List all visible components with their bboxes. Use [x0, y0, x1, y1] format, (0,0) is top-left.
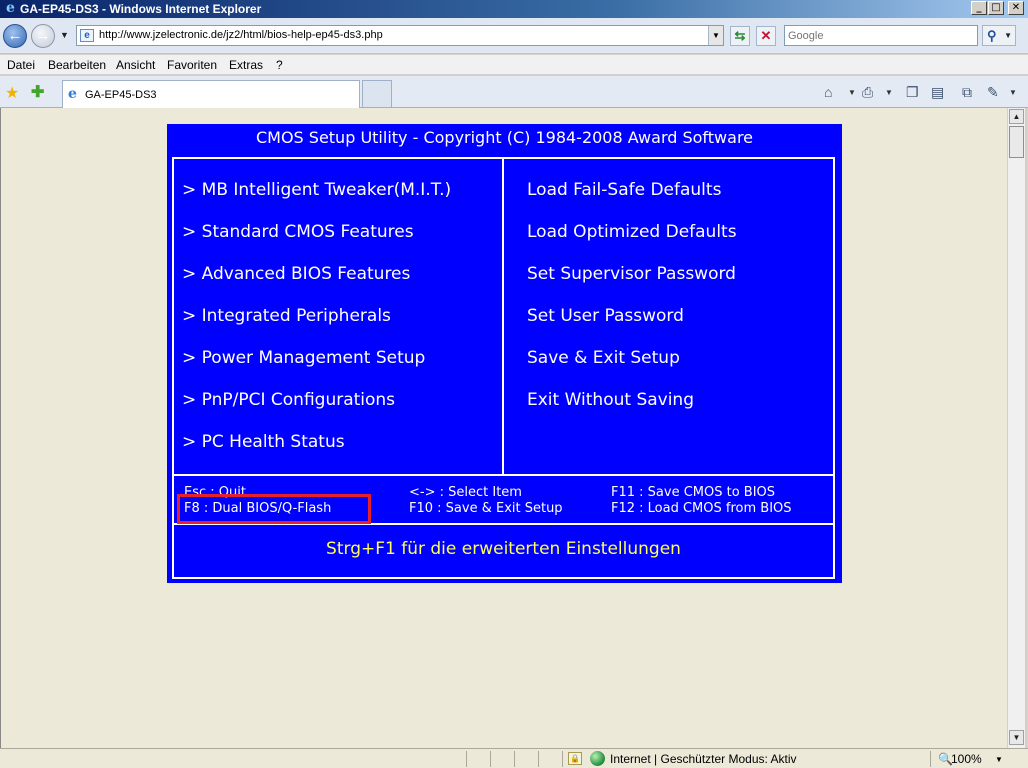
back-button[interactable]: ←	[3, 24, 27, 48]
vertical-scrollbar[interactable]: ▲ ▼	[1007, 108, 1025, 748]
search-button[interactable]: ⚲ ▼	[982, 25, 1016, 46]
search-box[interactable]	[784, 25, 978, 46]
bios-item-exit-without-saving[interactable]: Exit Without Saving	[527, 390, 827, 432]
bios-title: CMOS Setup Utility - Copyright (C) 1984-…	[255, 128, 754, 147]
search-options-dropdown[interactable]: ▼	[1004, 26, 1012, 45]
security-zone[interactable]: Internet | Geschützter Modus: Aktiv	[610, 752, 797, 766]
key-f12: F12 : Load CMOS from BIOS	[611, 501, 792, 516]
recent-pages-dropdown[interactable]: ▼	[60, 30, 69, 40]
tab-ga-ep45-ds3[interactable]: e GA-EP45-DS3	[62, 80, 360, 108]
back-arrow-icon: ←	[7, 27, 23, 44]
zoom-dropdown[interactable]: ▼	[995, 755, 1003, 764]
stop-icon: ✕	[760, 28, 772, 43]
window-title: GA-EP45-DS3 - Windows Internet Explorer	[20, 2, 262, 16]
bios-item-mit[interactable]: > MB Intelligent Tweaker(M.I.T.)	[182, 180, 500, 222]
bios-menu-right: Load Fail-Safe Defaults Load Optimized D…	[527, 180, 827, 432]
refresh-icon: ⇆	[734, 28, 746, 43]
key-select: <-> : Select Item	[409, 485, 522, 500]
bios-item-integrated-peripherals[interactable]: > Integrated Peripherals	[182, 306, 500, 348]
bios-item-supervisor-password[interactable]: Set Supervisor Password	[527, 264, 827, 306]
navigation-bar: ← → ▼ e http://www.jzelectronic.de/jz2/h…	[0, 18, 1028, 54]
address-url[interactable]: http://www.jzelectronic.de/jz2/html/bios…	[99, 29, 383, 41]
bios-item-standard-cmos[interactable]: > Standard CMOS Features	[182, 222, 500, 264]
status-bar: 🔒 Internet | Geschützter Modus: Aktiv 🔍 …	[0, 748, 1028, 768]
copy-icon[interactable]: ❐	[906, 84, 919, 101]
new-tab-button[interactable]	[362, 80, 392, 107]
zoom-level[interactable]: 100%	[951, 752, 982, 766]
status-divider	[538, 751, 539, 767]
menu-extras[interactable]: Extras	[229, 58, 263, 72]
bios-item-advanced-bios[interactable]: > Advanced BIOS Features	[182, 264, 500, 306]
bios-item-fail-safe[interactable]: Load Fail-Safe Defaults	[527, 180, 827, 222]
print-dropdown[interactable]: ▼	[885, 88, 893, 97]
home-dropdown[interactable]: ▼	[848, 88, 856, 97]
address-dropdown-button[interactable]: ▼	[708, 26, 723, 45]
bios-item-pc-health[interactable]: > PC Health Status	[182, 432, 500, 474]
ie-icon: e	[6, 0, 15, 16]
menu-bar: Datei Bearbeiten Ansicht Favoriten Extra…	[0, 55, 1028, 75]
scroll-thumb[interactable]	[1009, 126, 1024, 158]
refresh-button[interactable]: ⇆	[730, 26, 750, 46]
close-button[interactable]: ✕	[1008, 1, 1024, 15]
forward-button[interactable]: →	[31, 24, 55, 48]
bios-item-save-exit[interactable]: Save & Exit Setup	[527, 348, 827, 390]
status-divider	[466, 751, 467, 767]
print-icon[interactable]: ⎙	[862, 84, 873, 101]
status-divider	[514, 751, 515, 767]
key-f11: F11 : Save CMOS to BIOS	[611, 485, 776, 500]
bios-frame: > MB Intelligent Tweaker(M.I.T.) > Stand…	[172, 157, 835, 579]
key-f10: F10 : Save & Exit Setup	[409, 501, 563, 516]
menu-ansicht[interactable]: Ansicht	[116, 58, 155, 72]
tab-bar: ★ ✚ e GA-EP45-DS3 ⌂ ▼ ⎙ ▼ ❐ ▤ ⧉ ✎ ▼	[0, 76, 1028, 108]
menu-help[interactable]: ?	[276, 58, 283, 72]
tools-dropdown[interactable]: ▼	[1009, 88, 1017, 97]
page-icon[interactable]: ⧉	[962, 84, 972, 101]
maximize-button[interactable]: □	[988, 1, 1004, 15]
clipboard-icon[interactable]: ▤	[931, 84, 944, 101]
status-divider	[490, 751, 491, 767]
bios-item-optimized[interactable]: Load Optimized Defaults	[527, 222, 827, 264]
bios-screenshot: CMOS Setup Utility - Copyright (C) 1984-…	[167, 124, 842, 583]
highlight-box	[177, 494, 371, 524]
forward-arrow-icon: →	[35, 27, 51, 44]
lock-icon[interactable]: 🔒	[568, 752, 582, 765]
scroll-down-arrow[interactable]: ▼	[1009, 730, 1024, 745]
minimize-button[interactable]: _	[971, 1, 987, 15]
bios-item-power-management[interactable]: > Power Management Setup	[182, 348, 500, 390]
tools-icon[interactable]: ✎	[987, 84, 999, 101]
status-divider	[930, 751, 931, 767]
search-icon: ⚲	[987, 28, 997, 43]
bios-divider-menu	[174, 474, 833, 476]
bios-divider-vertical	[502, 159, 504, 476]
home-icon[interactable]: ⌂	[824, 84, 832, 100]
add-favorite-icon[interactable]: ✚	[31, 82, 44, 102]
page-icon: e	[80, 29, 94, 42]
ie-page-icon: e	[68, 86, 77, 102]
bios-item-pnp-pci[interactable]: > PnP/PCI Configurations	[182, 390, 500, 432]
menu-datei[interactable]: Datei	[7, 58, 35, 72]
status-divider	[562, 751, 563, 767]
address-bar[interactable]: e http://www.jzelectronic.de/jz2/html/bi…	[76, 25, 724, 46]
search-input[interactable]	[788, 27, 968, 44]
favorites-star-icon[interactable]: ★	[5, 83, 19, 103]
scroll-up-arrow[interactable]: ▲	[1009, 109, 1024, 124]
menu-favoriten[interactable]: Favoriten	[167, 58, 217, 72]
bios-hint: Strg+F1 für die erweiterten Einstellunge…	[326, 539, 681, 559]
stop-button[interactable]: ✕	[756, 26, 776, 46]
menu-bearbeiten[interactable]: Bearbeiten	[48, 58, 106, 72]
window-title-bar: e GA-EP45-DS3 - Windows Internet Explore…	[0, 0, 1028, 18]
bios-item-user-password[interactable]: Set User Password	[527, 306, 827, 348]
internet-globe-icon	[590, 751, 605, 766]
bios-menu-left: > MB Intelligent Tweaker(M.I.T.) > Stand…	[182, 180, 500, 474]
tab-label: GA-EP45-DS3	[85, 89, 157, 101]
